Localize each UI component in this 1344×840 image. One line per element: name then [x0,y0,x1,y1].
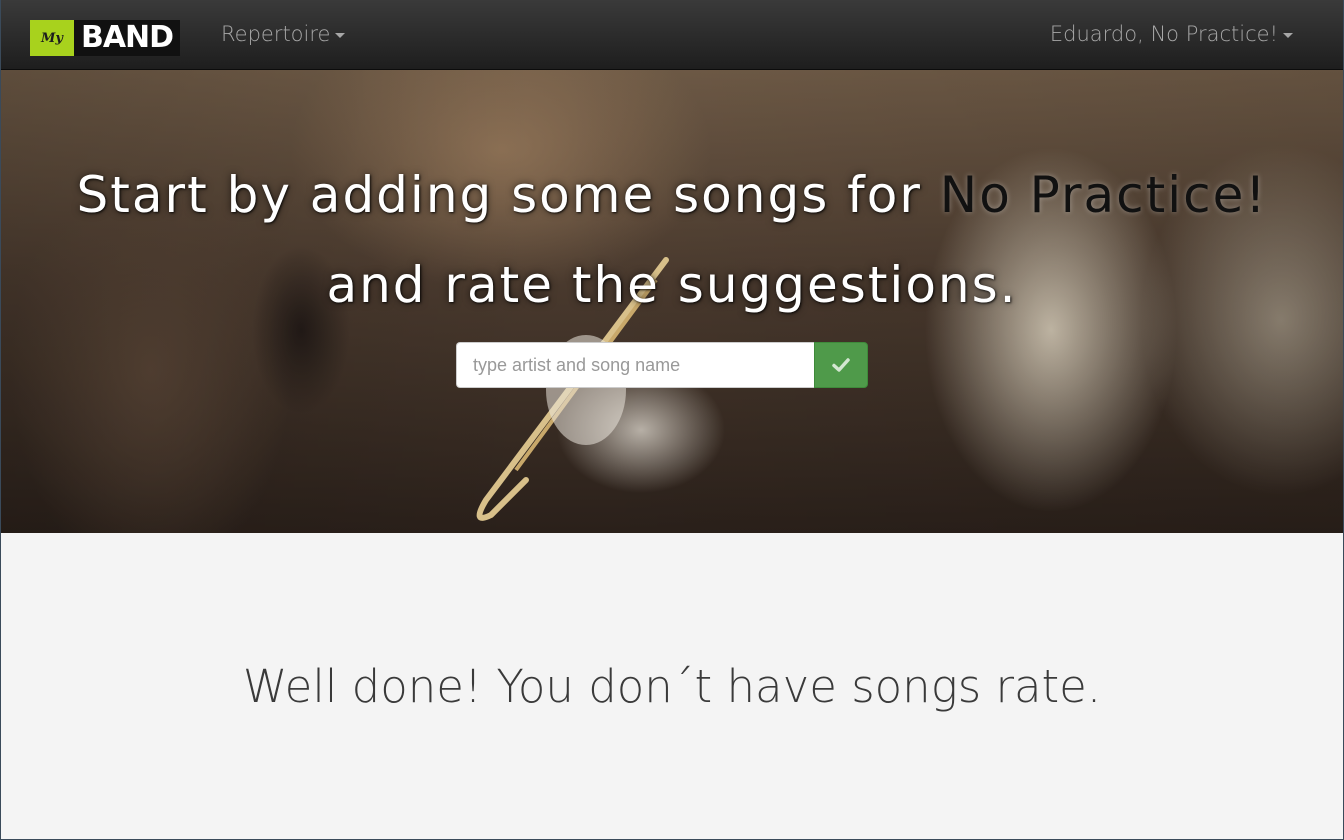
song-search-form [456,342,868,388]
caret-down-icon [1283,33,1293,38]
band-name: No Practice! [939,166,1268,224]
repertoire-label: Repertoire [221,22,331,46]
brand-logo[interactable]: My BAND [30,20,180,56]
song-search-input[interactable] [456,342,814,388]
caret-down-icon [335,33,346,38]
user-menu-dropdown[interactable]: Eduardo, No Practice! [1050,22,1293,46]
brand-logo-name: BAND [80,20,174,55]
navbar: My BAND Repertoire Eduardo, No Practice! [1,0,1343,70]
hero-banner: Start by adding some songs for No Practi… [1,70,1343,533]
hero-headline-line-1: Start by adding some songs for No Practi… [1,166,1343,224]
user-menu-label: Eduardo, No Practice! [1049,22,1278,46]
hero-headline-text: Start by adding some songs for [76,166,940,224]
check-icon [832,358,850,372]
empty-ratings-message: Well done! You don´t have songs rate. [242,660,1102,713]
hero-headline-line-2: and rate the suggestions. [326,256,1018,314]
repertoire-dropdown[interactable]: Repertoire [221,22,346,46]
add-song-button[interactable] [814,342,868,388]
brand-logo-prefix: My [30,20,74,56]
